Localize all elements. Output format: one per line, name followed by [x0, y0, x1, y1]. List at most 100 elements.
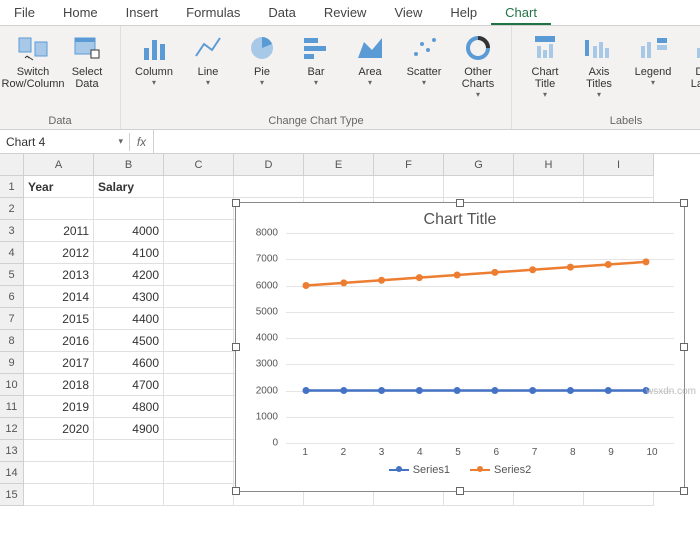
cell[interactable]	[24, 462, 94, 484]
cell[interactable]	[24, 484, 94, 506]
row-header[interactable]: 10	[0, 374, 24, 396]
cell[interactable]	[164, 264, 234, 286]
row-header[interactable]: 5	[0, 264, 24, 286]
cell[interactable]	[584, 176, 654, 198]
cell[interactable]: 2015	[24, 308, 94, 330]
row-header[interactable]: 2	[0, 198, 24, 220]
cell[interactable]: 4100	[94, 242, 164, 264]
cell[interactable]	[94, 440, 164, 462]
cell[interactable]	[164, 484, 234, 506]
row-header[interactable]: 7	[0, 308, 24, 330]
resize-handle[interactable]	[232, 487, 240, 495]
cell[interactable]	[164, 352, 234, 374]
cell[interactable]: Salary	[94, 176, 164, 198]
scatter-chart-button[interactable]: Scatter▾	[399, 30, 449, 89]
cell[interactable]	[164, 396, 234, 418]
tab-home[interactable]: Home	[49, 0, 112, 25]
tab-formulas[interactable]: Formulas	[172, 0, 254, 25]
cell[interactable]: 2018	[24, 374, 94, 396]
cell[interactable]	[164, 220, 234, 242]
chart-title[interactable]: Chart Title	[236, 203, 684, 233]
column-header[interactable]: A	[24, 154, 94, 176]
cell[interactable]: 4700	[94, 374, 164, 396]
cell[interactable]	[164, 440, 234, 462]
row-header[interactable]: 11	[0, 396, 24, 418]
column-header[interactable]: I	[584, 154, 654, 176]
cell[interactable]	[24, 198, 94, 220]
cell[interactable]	[374, 176, 444, 198]
column-header[interactable]: C	[164, 154, 234, 176]
tab-help[interactable]: Help	[436, 0, 491, 25]
row-header[interactable]: 12	[0, 418, 24, 440]
cell[interactable]: 2012	[24, 242, 94, 264]
line-chart-button[interactable]: Line▾	[183, 30, 233, 89]
cell[interactable]	[514, 176, 584, 198]
row-header[interactable]: 3	[0, 220, 24, 242]
cell[interactable]	[164, 462, 234, 484]
bar-chart-button[interactable]: Bar▾	[291, 30, 341, 89]
legend-button[interactable]: Legend▾	[628, 30, 678, 89]
cell[interactable]: 4600	[94, 352, 164, 374]
cell[interactable]	[164, 418, 234, 440]
cell[interactable]	[164, 374, 234, 396]
cell[interactable]: 2011	[24, 220, 94, 242]
cell[interactable]	[94, 462, 164, 484]
cell[interactable]: 2017	[24, 352, 94, 374]
column-header[interactable]: F	[374, 154, 444, 176]
legend-item[interactable]: Series1	[389, 464, 450, 476]
column-header[interactable]: B	[94, 154, 164, 176]
row-header[interactable]: 8	[0, 330, 24, 352]
name-box[interactable]: Chart 4▾	[0, 133, 130, 151]
cell[interactable]: 4300	[94, 286, 164, 308]
cell[interactable]	[164, 242, 234, 264]
chart-plot-area[interactable]: 010002000300040005000600070008000	[286, 233, 674, 443]
resize-handle[interactable]	[680, 487, 688, 495]
row-header[interactable]: 13	[0, 440, 24, 462]
column-chart-button[interactable]: Column▾	[129, 30, 179, 89]
cell[interactable]	[444, 176, 514, 198]
row-header[interactable]: 4	[0, 242, 24, 264]
other-charts-button[interactable]: OtherCharts▾	[453, 30, 503, 101]
cell[interactable]: 2014	[24, 286, 94, 308]
cell[interactable]	[164, 176, 234, 198]
cell[interactable]	[94, 484, 164, 506]
cell[interactable]: 4400	[94, 308, 164, 330]
cell[interactable]	[304, 176, 374, 198]
legend-item[interactable]: Series2	[470, 464, 531, 476]
cell[interactable]: 4500	[94, 330, 164, 352]
resize-handle[interactable]	[680, 343, 688, 351]
tab-chart[interactable]: Chart	[491, 0, 551, 25]
tab-data[interactable]: Data	[254, 0, 309, 25]
tab-file[interactable]: File	[0, 0, 49, 25]
cell[interactable]: 2019	[24, 396, 94, 418]
switch-row-column-button[interactable]: SwitchRow/Column	[8, 30, 58, 92]
cell[interactable]: 4900	[94, 418, 164, 440]
cell[interactable]	[164, 330, 234, 352]
column-header[interactable]: E	[304, 154, 374, 176]
cell[interactable]	[24, 440, 94, 462]
cell[interactable]: 4000	[94, 220, 164, 242]
fx-label[interactable]: fx	[130, 130, 154, 153]
row-header[interactable]: 14	[0, 462, 24, 484]
tab-insert[interactable]: Insert	[112, 0, 173, 25]
cell[interactable]	[164, 198, 234, 220]
resize-handle[interactable]	[456, 487, 464, 495]
cell[interactable]: 2013	[24, 264, 94, 286]
cell[interactable]: 4800	[94, 396, 164, 418]
select-data-button[interactable]: SelectData	[62, 30, 112, 92]
chart-legend[interactable]: Series1 Series2	[236, 464, 684, 476]
tab-review[interactable]: Review	[310, 0, 381, 25]
cell[interactable]	[94, 198, 164, 220]
resize-handle[interactable]	[232, 199, 240, 207]
pie-chart-button[interactable]: Pie▾	[237, 30, 287, 89]
select-all-corner[interactable]	[0, 154, 24, 176]
tab-view[interactable]: View	[380, 0, 436, 25]
row-header[interactable]: 15	[0, 484, 24, 506]
area-chart-button[interactable]: Area▾	[345, 30, 395, 89]
data-labels-button[interactable]: DataLabels▾	[682, 30, 700, 101]
row-header[interactable]: 9	[0, 352, 24, 374]
resize-handle[interactable]	[456, 199, 464, 207]
chart-title-button[interactable]: ChartTitle▾	[520, 30, 570, 101]
resize-handle[interactable]	[680, 199, 688, 207]
axis-titles-button[interactable]: AxisTitles▾	[574, 30, 624, 101]
